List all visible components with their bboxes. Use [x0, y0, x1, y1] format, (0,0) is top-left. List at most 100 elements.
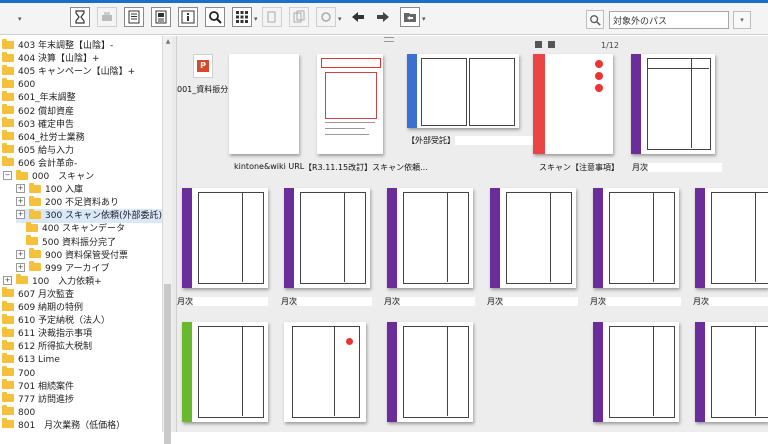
item-label[interactable]: kintone&wiki URL [234, 162, 304, 171]
tree-item[interactable]: 405 キャンペーン【山陰】+ [2, 64, 162, 79]
tree-item[interactable]: 602 償却資産 [2, 104, 162, 119]
item-label[interactable]: 【R3.11.15改訂】スキャン依頼... [304, 162, 428, 173]
tree-item[interactable]: 604_社労士業務 [2, 130, 162, 145]
tree-item[interactable]: 701 相続案件 [2, 379, 162, 394]
tree-item[interactable]: 700 [2, 366, 162, 381]
tree-item[interactable]: 609 納期の特例 [2, 300, 162, 315]
chevron-down-icon[interactable]: ▾ [422, 15, 426, 23]
binder-thumb-purple[interactable] [182, 188, 268, 288]
tree-item[interactable]: 605 給与入力 [2, 143, 162, 158]
item-label[interactable]: 001_資料振分 [177, 84, 228, 95]
tree-item-label: 701 相続案件 [18, 381, 75, 392]
item-label[interactable]: 月次 [590, 296, 681, 307]
copy-icon[interactable] [262, 7, 282, 27]
expand-icon[interactable]: + [16, 197, 25, 207]
red-form-thumb[interactable] [317, 54, 383, 154]
tree-item[interactable]: 610 予定納税（法人） [2, 313, 162, 328]
chevron-down-icon[interactable]: ▾ [254, 15, 258, 23]
scrollbar-thumb[interactable] [164, 284, 171, 444]
scroll-up-icon[interactable]: ▲ [164, 38, 172, 46]
search-scope-field[interactable]: 対象外のパス [609, 11, 729, 29]
tree-item[interactable]: 404 決算【山陰】+ [2, 51, 162, 66]
tree-item[interactable]: 777 訪問進捗 [2, 392, 162, 407]
toolbar: ▾ ▾ ▾ ▾ 対象外のパス ▾ [0, 3, 768, 35]
folder-icon [2, 90, 14, 101]
tree-item[interactable]: 606 会計革命- [2, 156, 162, 171]
expand-icon[interactable]: + [16, 210, 25, 220]
tree-item[interactable]: − 000 スキャン [3, 169, 162, 184]
tree-item[interactable]: 800 [2, 405, 162, 420]
tree-item[interactable]: 611 決裁指示事項 [2, 326, 162, 341]
folder-open-icon[interactable] [400, 7, 420, 27]
tree-item[interactable]: 403 年末調整【山陰】- [2, 38, 162, 53]
tree-item[interactable]: 500 資料振分完了 [26, 235, 162, 250]
binder-thumb-purple[interactable] [593, 188, 679, 288]
expand-icon[interactable]: + [16, 184, 25, 194]
grid-view-icon[interactable] [232, 7, 252, 27]
tree-item[interactable]: 603 確定申告 [2, 117, 162, 132]
folder-icon [2, 117, 14, 128]
binder-thumb-red[interactable] [533, 54, 613, 154]
item-label[interactable]: 月次 [632, 162, 722, 173]
chevron-down-icon[interactable]: ▾ [18, 15, 22, 23]
tree-item[interactable]: 600 [2, 77, 162, 92]
item-label[interactable]: 月次 [281, 296, 372, 307]
tree-item[interactable]: 613 Lime [2, 352, 162, 367]
minimize-icon[interactable] [535, 41, 542, 48]
back-arrow-icon[interactable] [348, 7, 368, 27]
document-view-icon[interactable] [151, 7, 171, 27]
binder-thumb-purple[interactable] [490, 188, 576, 288]
folder-icon [2, 392, 14, 403]
document-thumb[interactable] [284, 322, 366, 422]
binder-thumb-purple[interactable] [387, 188, 473, 288]
item-label[interactable]: スキャン【注意事項】 [539, 162, 619, 173]
binder-thumb-purple[interactable] [284, 188, 370, 288]
search-icon[interactable] [205, 7, 225, 27]
binder-thumb-purple[interactable] [695, 188, 768, 288]
tree-item[interactable]: +100 入力依頼+ [3, 274, 162, 289]
folder-icon [2, 339, 14, 350]
search-scope-dropdown[interactable]: ▾ [733, 11, 751, 29]
hourglass-icon[interactable] [70, 7, 90, 27]
tree-item[interactable]: +200 不足資料あり [16, 195, 162, 210]
expand-icon[interactable]: + [16, 262, 25, 272]
tree-item[interactable]: +300 スキャン依頼(外部委託) [16, 208, 162, 224]
tree-item[interactable]: +900 資料保管受付票 [16, 248, 162, 263]
expand-icon[interactable]: + [3, 275, 12, 285]
info-icon[interactable] [178, 7, 198, 27]
tree-item[interactable]: +999 アーカイブ [16, 261, 162, 276]
chevron-down-icon[interactable]: ▾ [338, 15, 342, 23]
print-icon[interactable] [97, 7, 117, 27]
close-icon[interactable] [548, 41, 555, 48]
tree-item-label: 800 [18, 407, 36, 418]
item-label[interactable]: 月次 [384, 296, 475, 307]
binder-thumb-purple[interactable] [593, 322, 679, 422]
paste-icon[interactable] [289, 7, 309, 27]
expand-icon[interactable]: + [16, 249, 25, 259]
binder-thumb-blue[interactable] [407, 54, 519, 128]
tree-item[interactable]: 801 月次業務（低価格） [2, 418, 162, 432]
sync-icon[interactable] [316, 7, 336, 27]
binder-thumb-purple[interactable] [631, 54, 715, 154]
blank-document-thumb[interactable] [229, 54, 299, 154]
document-list-icon[interactable] [124, 7, 144, 27]
binder-thumb-purple[interactable] [695, 322, 768, 422]
forward-arrow-icon[interactable] [373, 7, 393, 27]
tree-item[interactable]: 601_年末調整 [2, 90, 162, 105]
item-label[interactable]: 月次 [177, 296, 268, 307]
collapse-icon[interactable]: − [3, 171, 12, 180]
binder-thumb-green[interactable] [182, 322, 268, 422]
tree-item[interactable]: +100 入庫 [16, 182, 162, 197]
folder-icon [2, 104, 14, 114]
tree-item[interactable]: 612 所得拡大税制 [2, 339, 162, 354]
tree-item[interactable]: 400 スキャンデータ [26, 221, 162, 236]
search-button[interactable] [586, 10, 604, 29]
tree-item-label: 602 償却資産 [18, 106, 75, 117]
item-label[interactable]: 月次 [693, 296, 768, 307]
item-label[interactable]: 月次 [487, 296, 578, 307]
pdf-file-icon[interactable]: P [193, 54, 213, 78]
tree-item[interactable]: 607 月次監査 [2, 287, 162, 302]
item-label[interactable]: 【外部受託】 [407, 135, 537, 146]
binder-thumb-purple[interactable] [387, 322, 473, 422]
grid-top-handle [177, 36, 768, 42]
